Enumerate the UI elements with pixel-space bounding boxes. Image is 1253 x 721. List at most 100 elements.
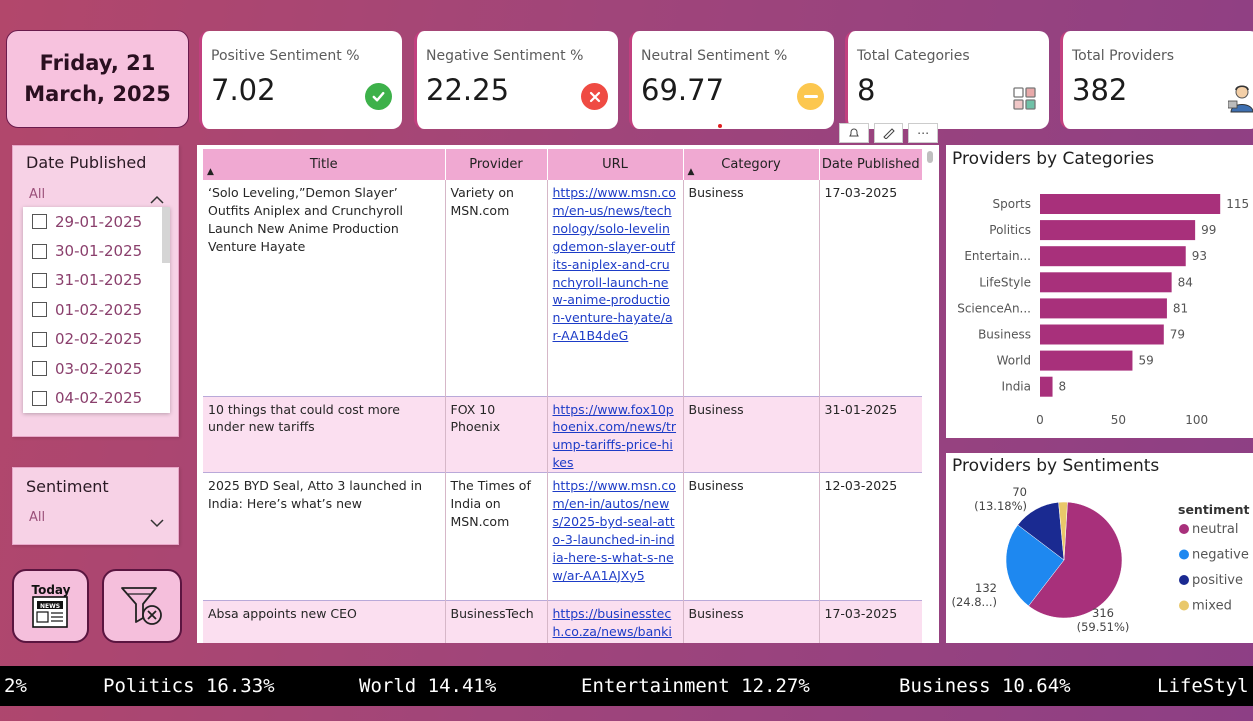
bar-data-label: 93 bbox=[1192, 249, 1207, 263]
bar[interactable] bbox=[1040, 246, 1186, 267]
pie-chart: 316(59.51%) 132(24.8...) 70(13.18%) sentime… bbox=[951, 485, 1249, 634]
kpi-neutral-card: Neutral Sentiment % 69.77 bbox=[629, 31, 834, 129]
x-circle-icon bbox=[581, 83, 608, 110]
header-label: Date Published bbox=[821, 157, 920, 172]
cell-url: https://www.msn.com/en-us/news/technolog… bbox=[547, 180, 684, 396]
bar-chart: Sports 115 Politics 99 Entertain... 93 LifeSty… bbox=[957, 194, 1249, 427]
date-option[interactable]: 29-01-2025 bbox=[23, 207, 170, 236]
header-label: Provider bbox=[469, 157, 523, 172]
bar[interactable] bbox=[1040, 194, 1221, 214]
header-label: URL bbox=[602, 157, 628, 172]
check-circle-icon bbox=[365, 83, 392, 110]
cell-title: ‘Solo Leveling,”Demon Slayer’ Outfits An… bbox=[203, 180, 446, 396]
date-option[interactable]: 31-01-2025 bbox=[23, 266, 170, 295]
bar[interactable] bbox=[1040, 376, 1053, 397]
cell-url: https://www.msn.com/en-in/autos/news/202… bbox=[547, 472, 684, 601]
url-link[interactable]: https://businesstech.co.za/news/banking bbox=[553, 606, 672, 643]
bar[interactable] bbox=[1040, 350, 1133, 371]
url-link[interactable]: https://www.msn.com/en-in/autos/news/202… bbox=[553, 478, 676, 583]
ticker-item: Entertainment 12.27% bbox=[581, 675, 810, 697]
provider-person-icon bbox=[1227, 83, 1253, 117]
legend-label[interactable]: neutral bbox=[1192, 522, 1239, 537]
news-label: NEWS bbox=[39, 603, 59, 610]
cell-category: Business bbox=[683, 180, 820, 396]
kpi-label: Total Providers bbox=[1072, 48, 1175, 64]
table-row[interactable]: 2025 BYD Seal, Atto 3 launched in India:… bbox=[203, 472, 922, 601]
date-option[interactable]: 01-02-2025 bbox=[23, 295, 170, 324]
checkbox[interactable] bbox=[32, 243, 47, 259]
table-row[interactable]: ‘Solo Leveling,”Demon Slayer’ Outfits An… bbox=[203, 180, 922, 396]
indicator-dot bbox=[718, 124, 722, 128]
column-header-title[interactable]: ▲ Title bbox=[203, 149, 446, 180]
edit-icon[interactable] bbox=[873, 123, 904, 143]
cell-provider: FOX 10 Phoenix bbox=[445, 396, 548, 473]
bar-data-label: 99 bbox=[1201, 223, 1216, 237]
checkbox[interactable] bbox=[32, 390, 47, 406]
minus-circle-icon bbox=[797, 83, 824, 110]
bar[interactable] bbox=[1040, 298, 1167, 319]
date-line-1: Friday, 21 bbox=[39, 51, 156, 75]
sort-up-icon: ▲ bbox=[207, 167, 214, 177]
slicer-selected-value[interactable]: All bbox=[29, 510, 45, 525]
kpi-label: Total Categories bbox=[857, 48, 970, 64]
checkbox[interactable] bbox=[32, 272, 47, 288]
clear-filters-button[interactable] bbox=[102, 569, 182, 643]
header-label: Category bbox=[721, 157, 781, 172]
column-header-date[interactable]: Date Published bbox=[819, 149, 922, 180]
dropdown-scrollbar[interactable] bbox=[162, 207, 170, 263]
kpi-positive-card: Positive Sentiment % 7.02 bbox=[199, 31, 402, 129]
column-header-provider[interactable]: Provider bbox=[445, 149, 548, 180]
ticker-item: LifeStyl bbox=[1157, 675, 1249, 697]
news-table: ▲ Title Provider URL ▲ Category Date Publi… bbox=[197, 145, 939, 643]
table-row[interactable]: Absa appoints new CEO BusinessTech https… bbox=[203, 600, 922, 643]
url-link[interactable]: https://www.msn.com/en-us/news/technolog… bbox=[553, 185, 676, 343]
table-row[interactable]: 10 things that could cost more under new… bbox=[203, 396, 922, 473]
bar-category-label: India bbox=[1002, 380, 1031, 394]
today-label: Today bbox=[31, 583, 70, 597]
date-dropdown-list[interactable]: 29-01-2025 30-01-2025 31-01-2025 01-02-2… bbox=[23, 207, 170, 413]
kpi-label: Positive Sentiment % bbox=[211, 48, 360, 64]
legend-label[interactable]: mixed bbox=[1192, 599, 1232, 614]
slicer-title: Date Published bbox=[26, 153, 147, 172]
ticker-item: 2% bbox=[4, 675, 27, 697]
legend-label[interactable]: negative bbox=[1192, 548, 1249, 563]
slicer-selected-value[interactable]: All bbox=[29, 187, 45, 202]
date-option[interactable]: 04-02-2025 bbox=[23, 383, 170, 412]
bar[interactable] bbox=[1040, 272, 1172, 293]
legend-marker bbox=[1179, 524, 1189, 534]
checkbox[interactable] bbox=[32, 214, 47, 230]
cell-provider: Variety on MSN.com bbox=[445, 180, 548, 396]
kpi-label: Negative Sentiment % bbox=[426, 48, 584, 64]
more-options-icon[interactable]: ⋯ bbox=[908, 123, 939, 143]
ticker-item: Business 10.64% bbox=[899, 675, 1071, 697]
kpi-value: 8 bbox=[857, 73, 876, 107]
legend-label[interactable]: positive bbox=[1192, 573, 1243, 588]
kpi-label: Neutral Sentiment % bbox=[641, 48, 788, 64]
date-card: Friday, 21 March, 2025 bbox=[6, 30, 189, 128]
kpi-value: 382 bbox=[1072, 73, 1128, 107]
sort-up-icon: ▲ bbox=[687, 167, 695, 177]
chevron-up-icon[interactable] bbox=[150, 189, 164, 208]
date-option[interactable]: 02-02-2025 bbox=[23, 325, 170, 354]
today-news-button[interactable]: Today NEWS bbox=[12, 569, 89, 643]
column-header-category[interactable]: ▲ Category bbox=[683, 149, 820, 180]
chevron-down-icon[interactable] bbox=[150, 513, 164, 532]
kpi-negative-card: Negative Sentiment % 22.25 bbox=[414, 31, 618, 129]
url-link[interactable]: https://www.fox10phoenix.com/news/trump-… bbox=[553, 402, 677, 471]
date-option[interactable]: 03-02-2025 bbox=[23, 354, 170, 383]
bar[interactable] bbox=[1040, 220, 1196, 241]
bar-data-label: 59 bbox=[1138, 354, 1153, 368]
checkbox[interactable] bbox=[32, 361, 47, 377]
cell-date: 17-03-2025 bbox=[819, 600, 922, 643]
bar[interactable] bbox=[1040, 324, 1164, 345]
date-option[interactable]: 30-01-2025 bbox=[23, 236, 170, 265]
column-header-url[interactable]: URL bbox=[547, 149, 684, 180]
table-scrollbar[interactable] bbox=[927, 151, 933, 163]
checkbox[interactable] bbox=[32, 331, 47, 347]
checkbox[interactable] bbox=[32, 302, 47, 318]
cell-date: 12-03-2025 bbox=[824, 478, 898, 494]
bell-icon[interactable] bbox=[839, 123, 869, 143]
pie-value-label: 316 bbox=[1092, 606, 1114, 620]
kpi-categories-card: Total Categories 8 bbox=[845, 31, 1049, 129]
categories-grid-icon bbox=[1013, 87, 1037, 115]
